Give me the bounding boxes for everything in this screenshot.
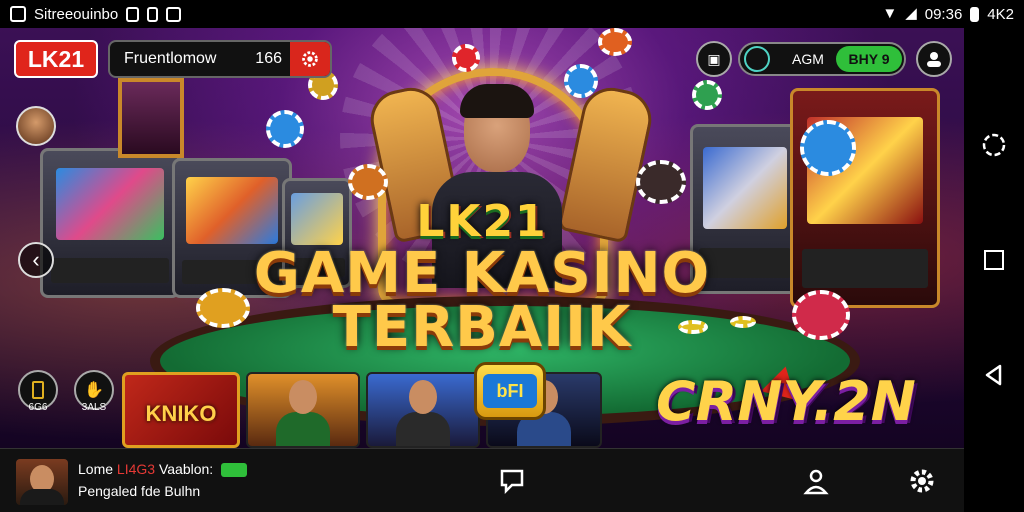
status-app-name: Sitreeouinbo bbox=[34, 5, 119, 23]
wall-poster bbox=[118, 78, 184, 158]
rotate-button[interactable] bbox=[976, 127, 1012, 163]
live-badge bbox=[221, 463, 248, 478]
poker-chip bbox=[348, 164, 388, 200]
screen: Sitreeouinbo ▼ ◢ 09:36 4K2 LK21 GAME KAS… bbox=[0, 0, 1024, 512]
coin-icon bbox=[744, 46, 770, 72]
user-icon bbox=[927, 52, 941, 67]
game-thumbnail[interactable] bbox=[246, 372, 360, 448]
rotate-icon bbox=[982, 134, 1006, 157]
status-bar: Sitreeouinbo ▼ ◢ 09:36 4K2 bbox=[0, 0, 1024, 28]
previous-arrow-button[interactable]: ‹ bbox=[18, 242, 54, 278]
poker-chip bbox=[598, 28, 632, 56]
battery-status-icon bbox=[970, 6, 980, 22]
gift-button[interactable]: ▣ bbox=[696, 41, 732, 77]
buy-button[interactable]: BHY 9 bbox=[836, 46, 902, 72]
poker-chip bbox=[692, 80, 722, 110]
notification-icon bbox=[126, 6, 140, 22]
poker-chip bbox=[564, 64, 598, 98]
navigation-bar bbox=[964, 28, 1024, 512]
search-text: Fruentlomow bbox=[124, 50, 217, 67]
poker-chip bbox=[800, 120, 856, 176]
signal-icon: ◢ bbox=[905, 5, 917, 22]
bottom-highlight: LI4G3 bbox=[116, 461, 156, 477]
back-triangle-icon bbox=[985, 364, 1002, 385]
person-icon bbox=[803, 469, 829, 495]
battery-icon bbox=[32, 381, 44, 399]
game-thumbnail[interactable] bbox=[366, 372, 480, 448]
settings-button[interactable] bbox=[904, 463, 940, 499]
recents-button[interactable] bbox=[976, 242, 1012, 278]
game-banner[interactable]: LK21 GAME KASINO TERBAIIK LK21 Fruentlom… bbox=[0, 28, 964, 448]
bottom-suffix: Vaablon: bbox=[158, 461, 214, 477]
search-count: 166 bbox=[255, 50, 282, 67]
thumbnail-title: KNIKO bbox=[145, 401, 217, 426]
settings-gear-button[interactable] bbox=[290, 42, 330, 76]
banner-title-line2: TERBAIIK bbox=[332, 295, 632, 360]
player-avatar[interactable] bbox=[16, 106, 56, 146]
gear-icon bbox=[302, 51, 318, 67]
wallet-amount: AGM bbox=[792, 51, 824, 67]
poker-chip bbox=[452, 44, 480, 72]
sd-card-icon bbox=[147, 6, 159, 22]
wifi-icon: ▼ bbox=[882, 5, 898, 22]
bottom-info-line1: Lome LI4G3 Vaablon: bbox=[78, 461, 248, 478]
side-label-2: 3ALS bbox=[81, 402, 107, 413]
gift-icon: ▣ bbox=[707, 50, 721, 67]
banner-brand: LK21 bbox=[416, 196, 548, 247]
square-icon bbox=[984, 249, 1004, 270]
hand-icon: ✋ bbox=[84, 382, 104, 399]
profile-button[interactable] bbox=[916, 41, 952, 77]
status-time: 09:36 bbox=[924, 5, 963, 23]
bonus-badge-text: bFI bbox=[483, 374, 537, 408]
side-label-1: 6G6 bbox=[28, 402, 48, 413]
chat-icon bbox=[500, 469, 524, 495]
back-button[interactable] bbox=[976, 357, 1012, 393]
app-logo[interactable]: LK21 bbox=[14, 40, 98, 78]
bonus-badge[interactable]: bFI bbox=[474, 362, 546, 420]
chat-button[interactable] bbox=[494, 463, 530, 499]
poker-chip bbox=[266, 110, 304, 148]
search-bar[interactable]: Fruentlomow 166 bbox=[108, 40, 332, 78]
chevron-left-icon: ‹ bbox=[32, 247, 40, 272]
bottom-prefix: Lome bbox=[78, 461, 114, 477]
wallet-bar[interactable]: AGM BHY 9 bbox=[738, 42, 906, 76]
account-button[interactable] bbox=[798, 463, 834, 499]
gallery-icon bbox=[10, 6, 26, 22]
promo-logo[interactable]: CRNY.2N bbox=[656, 372, 916, 432]
camera-icon bbox=[166, 6, 182, 22]
game-thumbnail[interactable]: KNIKO bbox=[122, 372, 240, 448]
gear-icon bbox=[910, 469, 934, 493]
bottom-info-line2: Pengaled fde Bulhn bbox=[78, 483, 201, 499]
user-thumbnail[interactable] bbox=[16, 459, 68, 505]
banner-title-line1: GAME KASINO bbox=[253, 241, 711, 306]
status-carrier: 4K2 bbox=[987, 5, 1014, 23]
bottom-bar: Lome LI4G3 Vaablon: Pengaled fde Bulhn bbox=[0, 448, 964, 512]
